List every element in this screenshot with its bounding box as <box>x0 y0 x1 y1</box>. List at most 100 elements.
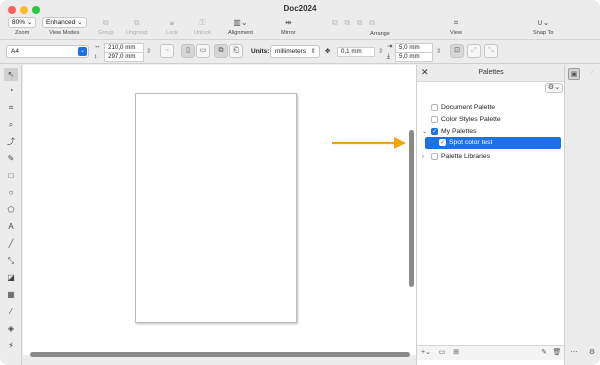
zoom-tool-icon[interactable]: ⌕ <box>4 118 18 131</box>
view-modes-control[interactable]: Enhanced ⌄ View Modes <box>42 17 87 36</box>
palette-item-libraries[interactable]: › Palette Libraries <box>417 151 565 163</box>
panel-footer: +⌄ ▭ ⊞ ✎ 🗑︎ <box>417 345 565 360</box>
text-tool-icon[interactable]: A <box>4 220 18 233</box>
folder-icon[interactable]: ▭ <box>437 348 447 358</box>
checkbox-checked[interactable]: ✓ <box>431 128 438 135</box>
view-button[interactable]: ⌗ View <box>450 17 462 36</box>
trash-icon[interactable]: 🗑︎ <box>552 348 562 358</box>
chevron-down-icon: ⌄ <box>78 47 87 56</box>
palette-item-document[interactable]: Document Palette <box>417 102 565 114</box>
portrait-button[interactable]: ▯ <box>181 44 195 58</box>
page-size-select[interactable]: A4 ⌄ <box>6 45 89 58</box>
property-bar: A4 ⌄ ↔ 210,0 mm ↕ 297,0 mm ⇕ ⌁ ▯ ▭ ⧉ ⎗ U… <box>0 40 600 64</box>
duplicate-y-field[interactable]: 5,0 mm <box>395 52 433 62</box>
panel-title: Palettes <box>478 69 504 76</box>
rectangle-tool-icon[interactable]: □ <box>4 169 18 182</box>
parallel-dimension-icon[interactable]: ╱ <box>4 237 18 250</box>
document-title: Doc2024 <box>283 4 317 13</box>
all-pages-button[interactable]: ⧉ <box>214 44 228 58</box>
toolbox: ↖ ◔ ⌗ ⌕ ⤴ ✎ □ ○ ⬠ A ╱ ⤡ ◪ ▦ ⁄ ◈ ⚡︎ <box>0 65 22 365</box>
zoom-control[interactable]: 80% ⌄ Zoom <box>8 17 37 36</box>
palette-item-color-styles[interactable]: Color Styles Palette <box>417 114 565 126</box>
checkbox[interactable] <box>431 104 438 111</box>
gear-icon[interactable]: ⚙⌄ <box>545 83 563 93</box>
palette-item-spot-color-test[interactable]: ✓ Spot color test <box>425 137 561 149</box>
units-select[interactable]: millimeters ⇕ <box>270 45 320 58</box>
view-icon: ⌗ <box>453 18 459 27</box>
arrange-group[interactable]: ⧉ ⧉ ⧉ ⧉ <box>332 17 375 28</box>
units-label: Units: <box>251 48 270 55</box>
checkbox[interactable] <box>431 153 438 160</box>
lock-icon: 🔒︎ <box>169 18 175 27</box>
ungroup-icon: ⧉ <box>133 18 140 27</box>
lock-button[interactable]: 🔒︎ Lock <box>166 17 178 36</box>
zoom-dropdown[interactable]: 80% ⌄ <box>8 17 37 28</box>
eyedropper-icon[interactable]: ⁄ <box>4 305 18 318</box>
view-modes-dropdown[interactable]: Enhanced ⌄ <box>42 17 87 28</box>
width-icon: ↔ <box>94 43 101 50</box>
checkbox-checked[interactable]: ✓ <box>439 139 446 146</box>
drawing-canvas[interactable] <box>23 65 416 355</box>
document-page[interactable] <box>135 93 297 323</box>
palettes-dock-icon[interactable]: ▣ <box>568 68 580 80</box>
treat-as-filled-button[interactable]: ⊡ <box>450 44 464 58</box>
transparency-icon[interactable]: ▦ <box>4 288 18 301</box>
chevron-right-icon[interactable]: › <box>422 151 424 163</box>
group-button[interactable]: ⧉ Group <box>98 17 114 36</box>
snap-option-button-2[interactable]: ⤡ <box>484 44 498 58</box>
vertical-scrollbar[interactable] <box>409 130 414 287</box>
connector-tool-icon[interactable]: ⤡ <box>4 254 18 267</box>
checkbox[interactable] <box>431 116 438 123</box>
edit-icon[interactable]: ✎ <box>539 348 549 358</box>
more-icon[interactable]: ⋯ <box>568 347 580 359</box>
dup-x-icon: ⇥ <box>387 43 393 50</box>
freehand-tool-icon[interactable]: ⤴ <box>4 135 18 148</box>
landscape-button[interactable]: ▭ <box>196 44 210 58</box>
alignment-button[interactable]: ▥⌄ Alignment <box>228 17 253 36</box>
drop-shadow-icon[interactable]: ◪ <box>4 271 18 284</box>
shape-tool-icon[interactable]: ◔ <box>4 84 18 97</box>
right-dock: ▣ ⁄ ⋯ ⚙ <box>564 65 600 365</box>
page-layout-button[interactable]: ⌁ <box>160 44 174 58</box>
nudge-stepper[interactable]: ⇕ <box>378 47 383 57</box>
dup-y-icon: ⤓ <box>387 53 390 60</box>
new-folder-icon[interactable]: ⊞ <box>451 348 461 358</box>
arrange-icon: ⧉ ⧉ ⧉ ⧉ <box>332 18 375 27</box>
smart-fill-icon[interactable]: ⚡︎ <box>4 339 18 352</box>
settings-dock-icon[interactable]: ⚙ <box>586 347 598 359</box>
mirror-button[interactable]: ⇹ Mirror <box>281 17 296 36</box>
view-modes-label: View Modes <box>49 30 80 36</box>
snap-option-button[interactable]: ⤢ <box>467 44 481 58</box>
interactive-fill-icon[interactable]: ◈ <box>4 322 18 335</box>
snap-to-button[interactable]: ∪⌄ Snap To <box>533 17 553 36</box>
crop-tool-icon[interactable]: ⌗ <box>4 101 18 114</box>
current-page-button[interactable]: ⎗ <box>229 44 243 58</box>
no-fill-icon[interactable]: ⁄ <box>586 68 598 80</box>
nudge-field[interactable]: 0,1 mm <box>337 47 375 57</box>
zoom-label: Zoom <box>14 30 30 36</box>
unlock-button[interactable]: ⚿ Unlock <box>194 17 211 36</box>
add-icon[interactable]: +⌄ <box>420 348 432 358</box>
page-height-field[interactable]: 297,0 mm <box>104 52 144 62</box>
ungroup-button[interactable]: ⧉ Ungroup <box>126 17 147 36</box>
arrange-label-container: Arrange <box>370 31 390 37</box>
artistic-media-icon[interactable]: ✎ <box>4 152 18 165</box>
mirror-icon: ⇹ <box>284 18 292 27</box>
horizontal-scrollbar[interactable] <box>30 352 410 357</box>
palettes-panel: ✕ Palettes ⚙⌄ Document Palette Color Sty… <box>416 65 565 365</box>
chevron-updown-icon: ⇕ <box>310 48 316 55</box>
title-toolbar: Doc2024 80% ⌄ Zoom Enhanced ⌄ View Modes… <box>0 0 600 40</box>
stepper-icon[interactable]: ⇕ <box>146 47 151 57</box>
magnet-icon: ∪⌄ <box>536 18 550 27</box>
polygon-tool-icon[interactable]: ⬠ <box>4 203 18 216</box>
height-icon: ↕ <box>94 53 98 60</box>
ellipse-tool-icon[interactable]: ○ <box>4 186 18 199</box>
app-window: Doc2024 80% ⌄ Zoom Enhanced ⌄ View Modes… <box>0 0 600 365</box>
annotation-arrow-right <box>332 137 406 149</box>
alignment-icon: ▥⌄ <box>233 18 248 27</box>
duplicate-stepper[interactable]: ⇕ <box>436 47 441 57</box>
nudge-icon: ✥ <box>325 48 331 55</box>
unlock-icon: ⚿ <box>199 18 206 27</box>
pick-tool-icon[interactable]: ↖ <box>4 68 18 81</box>
panel-header: ✕ Palettes <box>417 65 565 82</box>
